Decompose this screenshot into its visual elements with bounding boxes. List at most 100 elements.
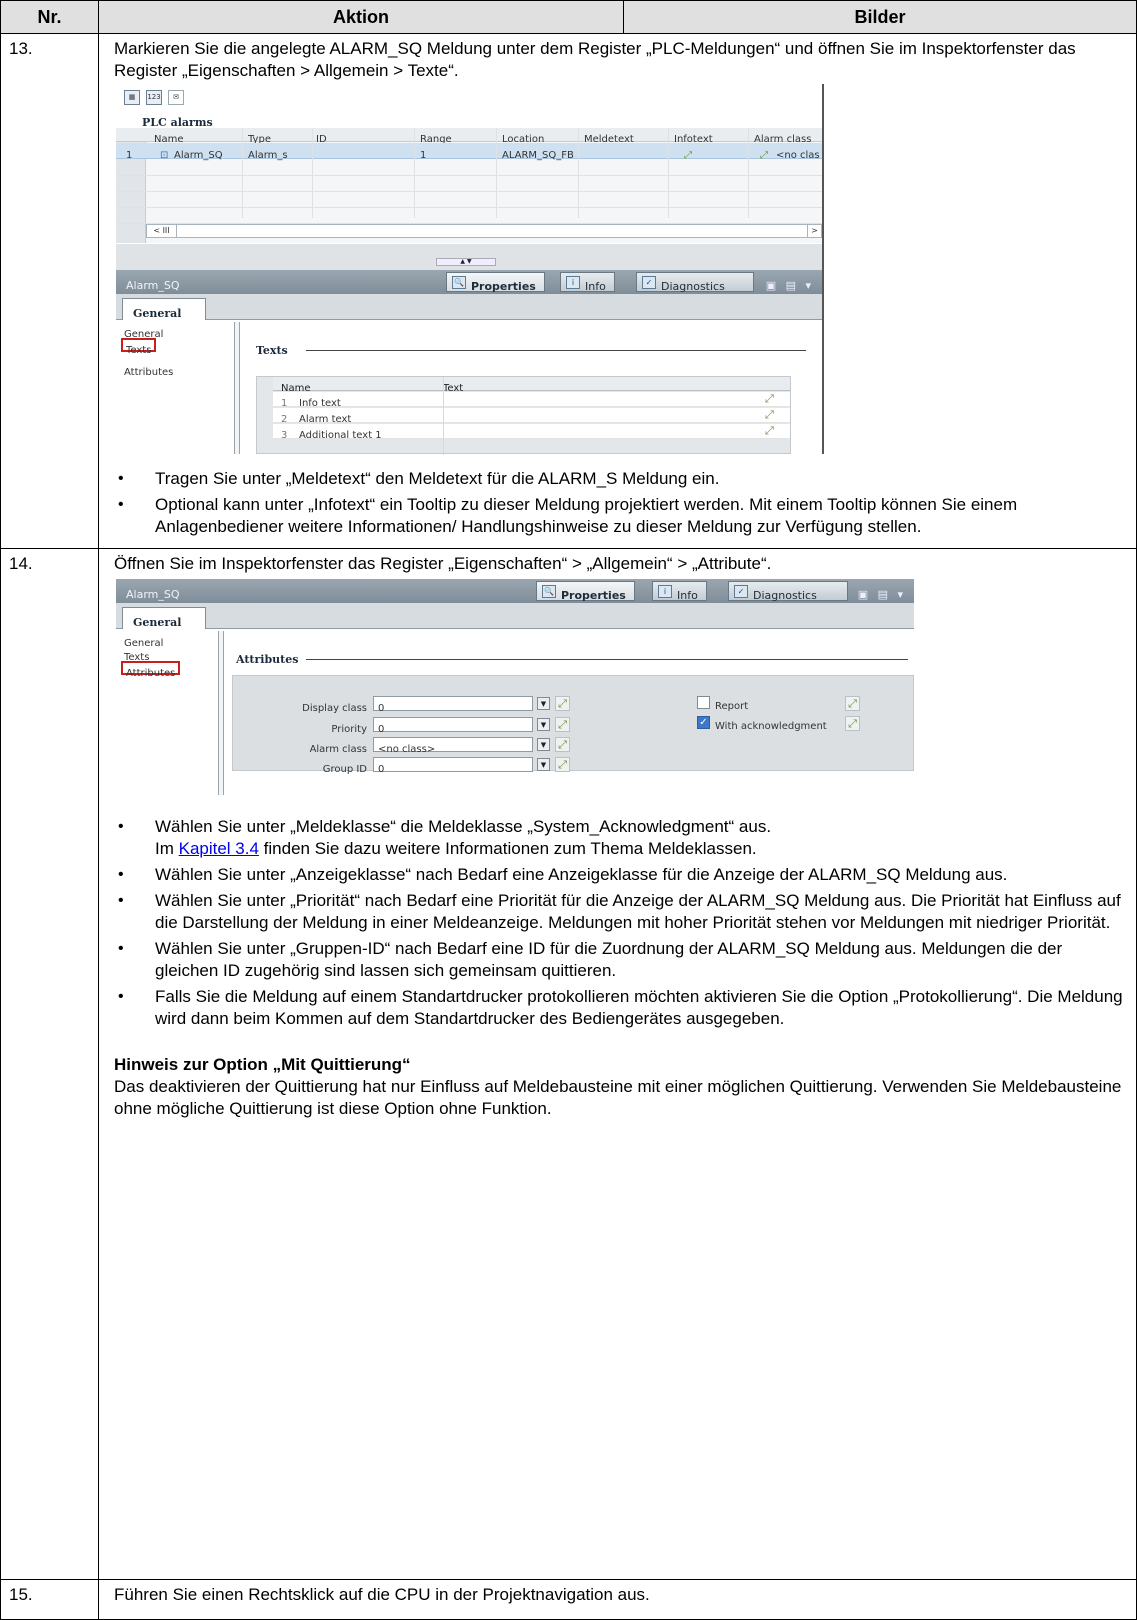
chevron-down-icon[interactable]: ▼ [537,758,550,771]
attributes-screenshot: Alarm_SQ 🔍 Properties i Info ✓ Diagnosti… [116,579,914,795]
link-icon[interactable]: ⤢ [765,425,777,436]
step-content: Markieren Sie die angelegte ALARM_SQ Mel… [98,33,1137,549]
nav-splitter[interactable] [234,322,240,454]
link-icon[interactable]: ⤢ [765,409,777,420]
display-class-select[interactable]: 0 [373,696,533,714]
texts-header: Name Text [273,377,790,394]
instruction-table: Nr. Aktion Bilder 13. Markieren Sie die … [0,0,1137,1620]
tab-properties[interactable]: 🔍 Properties [536,581,635,602]
note-text: Das deaktivieren der Quittierung hat nur… [114,1077,1122,1118]
diagnostics-icon: ✓ [642,276,656,289]
field-label: Display class [302,703,367,714]
list-item: Optional kann unter „Infotext“ ein Toolt… [114,494,1130,538]
report-checkbox[interactable] [697,696,710,709]
step-content: Führen Sie einen Rechtsklick auf die CPU… [98,1579,1137,1620]
link-icon[interactable]: ⤢ [555,696,570,711]
list-item: Wählen Sie unter „Anzeigeklasse“ nach Be… [114,864,1130,886]
priority-select[interactable]: 0 [373,717,533,735]
scroll-left-button[interactable]: < III [147,225,177,237]
list-item: Wählen Sie unter „Priorität“ nach Bedarf… [114,890,1130,934]
field-label: Alarm class [309,744,367,755]
header-bilder: Bilder [623,0,1137,34]
tab-diagnostics[interactable]: ✓ Diagnostics [636,272,754,293]
link-icon[interactable]: ⤢ [555,757,570,772]
step-row-13: 13. Markieren Sie die angelegte ALARM_SQ… [0,33,1137,549]
header-aktion: Aktion [98,0,624,34]
nav-texts[interactable]: Texts [116,647,244,663]
nav-texts[interactable]: Texts [121,338,157,356]
chapter-link[interactable]: Kapitel 3.4 [179,839,259,858]
alarm-class-select[interactable]: <no class> [373,737,533,755]
chevron-down-icon[interactable]: ▼ [537,718,550,731]
step-row-15: 15. Führen Sie einen Rechtsklick auf die… [0,1579,1137,1620]
field-label: Group ID [322,764,367,775]
step-instruction: Öffnen Sie im Inspektorfenster das Regis… [114,554,772,573]
tab-info[interactable]: i Info [560,272,615,293]
attributes-panel: Display class 0 ▼ ⤢ Priority 0 ▼ ⤢ Alarm… [232,675,914,775]
section-title: Texts [256,344,288,357]
header-nr: Nr. [0,0,99,34]
list-item: Wählen Sie unter „Gruppen-ID“ nach Bedar… [114,938,1130,982]
link-icon[interactable]: ⤢ [555,717,570,732]
inspector-titlebar: Alarm_SQ 🔍 Properties i Info ✓ Diagnosti… [116,270,822,294]
tab-general[interactable]: General [122,607,206,629]
inspector-titlebar: Alarm_SQ 🔍 Properties i Info ✓ Diagnosti… [116,579,914,603]
diagnostics-icon: ✓ [734,585,748,598]
table-row[interactable]: 3 Additional text 1 ⤢ [273,424,790,441]
grid-header: Name Type ID Range Location Meldetext In… [116,128,822,145]
table-row[interactable]: 2 Alarm text ⤢ [273,408,790,425]
link-icon[interactable]: ⤢ [765,393,777,404]
scroll-right-button[interactable]: > [807,225,821,237]
info-icon: i [658,585,672,598]
nav-general[interactable]: General [116,324,244,340]
step-row-14: 14. Öffnen Sie im Inspektorfenster das R… [0,548,1137,1580]
info-icon: i [566,276,580,289]
step-instruction: Markieren Sie die angelegte ALARM_SQ Mel… [114,39,1076,80]
table-icon: ▦ [124,90,140,105]
plc-alarms-screenshot: ▦ 123 ✉ PLC alarms Name Type ID Range Lo… [116,84,824,455]
with-acknowledgment-checkbox[interactable]: ✓ [697,716,710,729]
splitter[interactable]: ▲ ▼ [116,244,822,270]
step-instruction: Führen Sie einen Rechtsklick auf die CPU… [114,1585,650,1604]
tab-properties[interactable]: 🔍 Properties [446,272,545,293]
nav-general[interactable]: General [116,633,244,649]
mail-icon: ✉ [168,90,184,105]
tab-diagnostics[interactable]: ✓ Diagnostics [728,581,848,602]
tab-info[interactable]: i Info [652,581,707,602]
hex-icon: 123 [146,90,162,105]
step-number: 15. [0,1579,99,1620]
table-row[interactable]: 1 Info text ⤢ [273,392,790,409]
tab-general[interactable]: General [122,298,206,320]
horizontal-scrollbar[interactable]: < III > [146,224,822,238]
properties-icon: 🔍 [452,276,466,289]
nav-attributes[interactable]: Attributes [116,362,244,378]
group-id-select[interactable]: 0 [373,757,533,775]
step-number: 14. [0,548,99,1580]
splitter-handle[interactable]: ▲ ▼ [436,258,496,266]
checkbox-label: With acknowledgment [715,721,827,732]
table-header: Nr. Aktion Bilder [0,0,1137,34]
sub-tabbar: General [116,294,822,320]
field-label: Priority [331,724,367,735]
list-item: Wählen Sie unter „Meldeklasse“ die Melde… [114,816,1130,860]
alarm-grid: Name Type ID Range Location Meldetext In… [116,128,822,243]
link-icon[interactable]: ⤢ [555,737,570,752]
step14-bullets: Wählen Sie unter „Meldeklasse“ die Melde… [114,816,1130,1030]
properties-icon: 🔍 [542,585,556,598]
nav-splitter[interactable] [218,631,224,795]
chevron-down-icon[interactable]: ▼ [537,738,550,751]
sub-tabbar: General [116,603,914,629]
step13-bullets: Tragen Sie unter „Meldetext“ den Meldete… [114,468,1130,538]
section-title: Attributes [236,653,299,666]
table-row[interactable]: 1 ⊡ Alarm_SQ Alarm_s 1 ALARM_SQ_FB ⤢ ⤢ <… [116,143,822,161]
list-item: Tragen Sie unter „Meldetext“ den Meldete… [114,468,1130,490]
list-item: Falls Sie die Meldung auf einem Standart… [114,986,1130,1030]
note-title: Hinweis zur Option „Mit Quittierung“ [114,1055,411,1074]
inspector-nav: General Texts Attributes [116,633,244,795]
step-number: 13. [0,33,99,549]
link-icon[interactable]: ⤢ [845,716,860,731]
nav-attributes[interactable]: Attributes [121,661,181,679]
chevron-down-icon[interactable]: ▼ [537,697,550,710]
texts-table: Name Text 1 Info text ⤢ 2 Alarm text ⤢ 3… [256,376,791,455]
link-icon[interactable]: ⤢ [845,696,860,711]
